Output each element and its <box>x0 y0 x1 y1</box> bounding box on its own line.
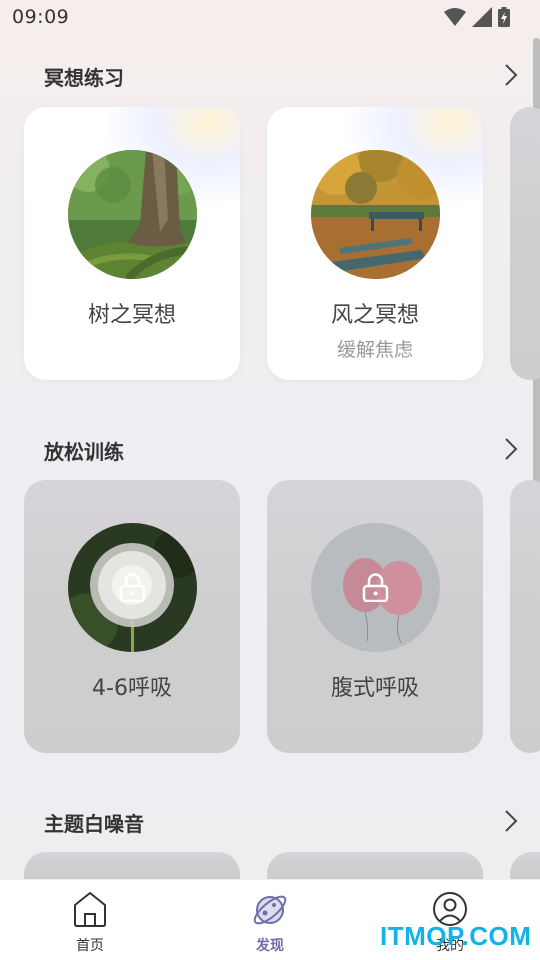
tab-discover[interactable]: 发现 <box>210 880 330 960</box>
card-subtitle: 缓解焦虑 <box>336 339 413 361</box>
status-icons <box>444 7 510 27</box>
white-noise-card-peek[interactable] <box>510 852 540 879</box>
meditation-card-tree[interactable]: 树之冥想 <box>24 107 240 380</box>
tab-home[interactable]: 首页 <box>30 880 150 960</box>
status-bar: 09:09 <box>0 0 540 36</box>
signal-icon <box>472 7 492 27</box>
chevron-right-icon[interactable] <box>500 436 522 462</box>
watermark: ITMOP.COM <box>380 921 532 951</box>
tree-thumbnail <box>68 150 197 279</box>
home-icon <box>74 892 106 927</box>
card-title: 腹式呼吸 <box>330 676 419 701</box>
chevron-right-icon[interactable] <box>500 808 522 834</box>
park-thumbnail <box>311 150 440 279</box>
meditation-card-wind[interactable]: 风之冥想 缓解焦虑 <box>267 107 483 380</box>
section-header-white-noise[interactable]: 主题白噪音 <box>0 802 540 842</box>
tab-label: 发现 <box>256 938 284 954</box>
card-title: 风之冥想 <box>330 303 419 328</box>
chevron-right-icon[interactable] <box>500 62 522 88</box>
card-title: 树之冥想 <box>87 303 176 328</box>
section-title: 放松训练 <box>44 440 124 464</box>
section-header-relaxation[interactable]: 放松训练 <box>0 430 540 470</box>
relax-card-46-breath[interactable]: 4-6呼吸 <box>24 480 240 753</box>
section-title: 主题白噪音 <box>44 812 144 836</box>
planet-icon <box>253 895 287 925</box>
white-noise-card[interactable] <box>267 852 483 879</box>
balloons-thumbnail <box>311 523 440 652</box>
relax-card-peek[interactable] <box>510 480 540 753</box>
dandelion-thumbnail <box>68 523 197 652</box>
card-title: 4-6呼吸 <box>92 676 172 701</box>
lock-icon <box>119 573 146 602</box>
white-noise-card[interactable] <box>24 852 240 879</box>
meditation-card-peek[interactable] <box>510 107 540 380</box>
status-time: 09:09 <box>12 6 70 28</box>
section-title: 冥想练习 <box>44 66 124 90</box>
lock-icon <box>362 573 389 602</box>
relax-card-belly-breath[interactable]: 腹式呼吸 <box>267 480 483 753</box>
tab-label: 首页 <box>76 938 104 954</box>
section-header-meditation[interactable]: 冥想练习 <box>0 56 540 96</box>
wifi-icon <box>444 8 466 26</box>
battery-icon <box>498 7 510 27</box>
